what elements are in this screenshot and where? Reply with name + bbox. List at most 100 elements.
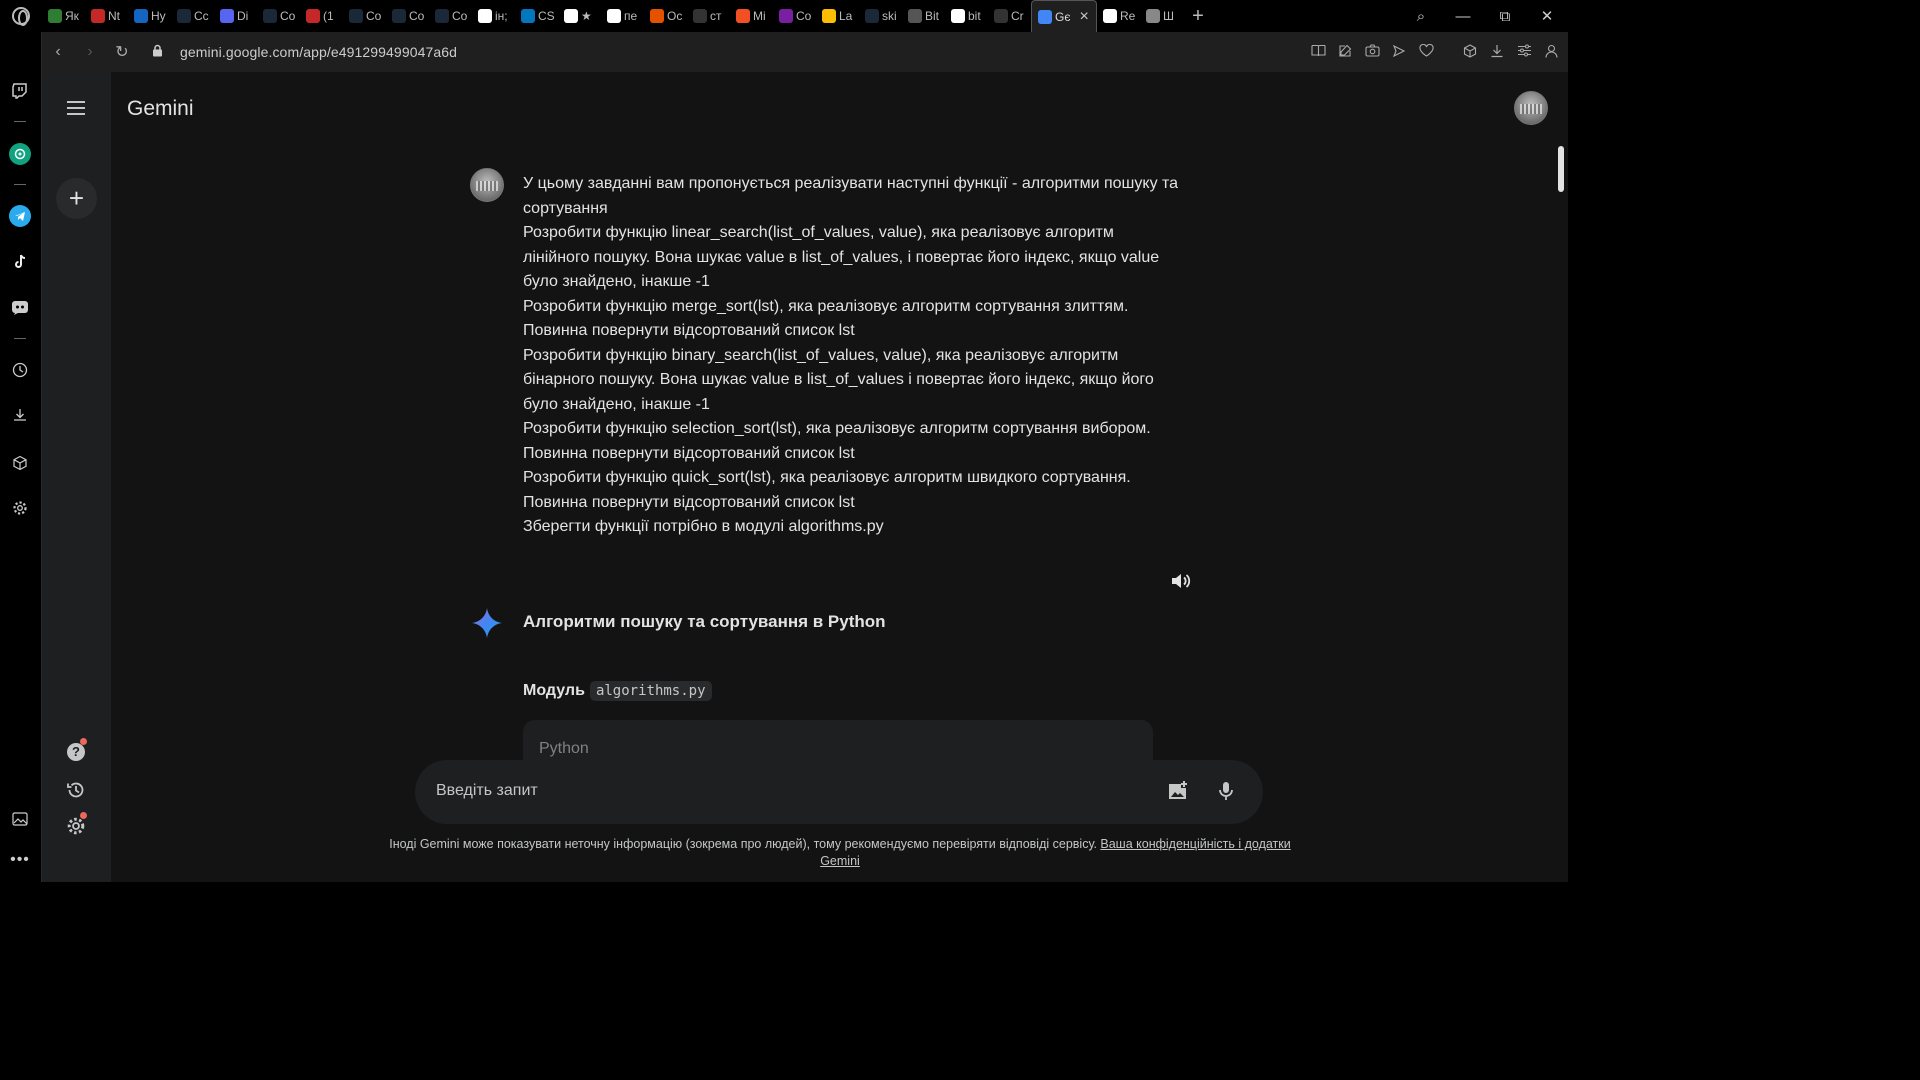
new-chat-button[interactable]: + [56,178,97,219]
prompt-input-placeholder[interactable]: Введіть запит [436,782,538,800]
browser-tab[interactable]: Як [42,0,85,32]
settings-gear-icon[interactable] [9,497,31,519]
url-field[interactable]: gemini.google.com/app/e491299499047a6d [180,44,457,60]
browser-tab[interactable]: CS [515,0,558,32]
module-heading: Модуль algorithms.py [523,681,712,701]
steam-icon [349,9,363,23]
tab-label: Як [65,9,79,23]
browser-tab[interactable]: Cr [988,0,1031,32]
main-menu-button[interactable] [64,98,88,118]
account-avatar[interactable] [1514,91,1548,125]
snapshot-camera-icon[interactable] [1363,44,1381,60]
opera-logo-icon[interactable] [0,0,42,32]
send-to-flow-icon[interactable] [1390,44,1408,61]
browser-tab[interactable]: Co [343,0,386,32]
history-clock-icon[interactable] [9,359,31,381]
1k-icon [306,9,320,23]
browser-tab[interactable]: Ш [1140,0,1183,32]
browser-tab[interactable]: Di [214,0,257,32]
maximize-button[interactable]: ⧉ [1484,8,1526,25]
browser-tab[interactable]: ★ [558,0,601,32]
tab-search-icon[interactable]: ⌕ [1400,8,1442,25]
browser-tab[interactable]: Mi [730,0,773,32]
prompt-input-box[interactable]: Введіть запит [415,760,1263,824]
heart-icon[interactable] [1417,43,1435,60]
tab-label: Cc [194,9,209,23]
discord-icon[interactable] [9,297,31,319]
browser-tab[interactable]: ін; [472,0,515,32]
tab-label: Mi [753,9,766,23]
browser-tab[interactable]: Co [429,0,472,32]
sidebar-divider [14,184,26,185]
browser-tab[interactable]: Cc [171,0,214,32]
browser-tab[interactable]: La [816,0,859,32]
download-icon[interactable] [1488,44,1506,61]
forward-button[interactable]: › [74,43,106,61]
scrollbar-thumb[interactable] [1558,146,1564,192]
shield-icon [908,9,922,23]
module-filename: algorithms.py [589,681,712,701]
new-tab-button[interactable]: + [1183,5,1213,28]
gemini-icon [1038,9,1052,24]
easy-setup-icon[interactable] [1515,44,1533,60]
help-icon[interactable]: ? [64,738,88,764]
browser-tab[interactable]: Co [386,0,429,32]
browser-tab[interactable]: bit [945,0,988,32]
google-icon [478,9,492,23]
profile-icon[interactable] [1542,44,1560,61]
steam-icon [177,9,191,23]
tab-label: Nt [108,9,120,23]
tab-label: ст [710,9,722,23]
tiktok-icon[interactable] [9,251,31,273]
browser-tab[interactable]: Gє × [1031,0,1097,32]
steam-icon [865,9,879,23]
upload-image-icon[interactable] [1167,780,1191,804]
activity-history-icon[interactable] [64,778,88,802]
close-tab-icon[interactable]: × [1079,8,1088,26]
browser-tab[interactable]: (1 [300,0,343,32]
window-controls: ⌕ — ⧉ ✕ [1400,0,1568,32]
steam-icon [435,9,449,23]
tab-label: ★ [581,9,592,23]
reader-mode-icon[interactable] [1309,44,1327,60]
microphone-icon[interactable] [1215,780,1239,804]
twitch-icon[interactable] [9,80,31,102]
close-window-button[interactable]: ✕ [1526,7,1568,25]
minimize-button[interactable]: — [1442,8,1484,25]
browser-sidebar: ••• [0,32,42,882]
disclaimer-text: Іноді Gemini може показувати неточну інф… [389,837,1101,851]
disclaimer: Іноді Gemini може показувати неточну інф… [372,836,1308,870]
store-icon [48,9,62,23]
extensions-icon[interactable] [1461,43,1479,61]
user-prompt-text: У цьому завданні вам пропонується реаліз… [523,172,1183,540]
github-icon [1103,9,1117,23]
tab-label: Cr [1011,9,1024,23]
browser-tab[interactable]: пе [601,0,644,32]
browser-tab[interactable]: Nt [85,0,128,32]
gallery-icon[interactable] [9,808,31,830]
prompt-line: Розробити функцію merge_sort(lst), яка р… [523,297,1129,340]
tab-label: Co [366,9,382,23]
browser-tab[interactable]: Co [257,0,300,32]
browser-tab[interactable]: Bit [902,0,945,32]
sidebar-divider [14,121,26,122]
mo-icon [650,9,664,23]
browser-tab[interactable]: Hy [128,0,171,32]
more-options-icon[interactable]: ••• [9,849,31,871]
response-heading: Алгоритми пошуку та сортування в Python [523,612,886,631]
chatgpt-icon[interactable] [9,143,31,165]
back-button[interactable]: ‹ [42,43,74,61]
lock-icon[interactable] [152,44,166,60]
downloads-icon[interactable] [9,404,31,426]
reload-button[interactable]: ↻ [106,42,138,62]
settings-gear-icon[interactable] [64,812,88,838]
telegram-icon[interactable] [9,205,31,227]
browser-tab[interactable]: ski [859,0,902,32]
extensions-cube-icon[interactable] [9,452,31,474]
speaker-read-aloud-icon[interactable] [1170,570,1194,594]
browser-tab[interactable]: ст [687,0,730,32]
browser-tab[interactable]: Re [1097,0,1140,32]
browser-tab[interactable]: Co [773,0,816,32]
browser-tab[interactable]: Oc [644,0,687,32]
edit-share-icon[interactable] [1336,44,1354,61]
